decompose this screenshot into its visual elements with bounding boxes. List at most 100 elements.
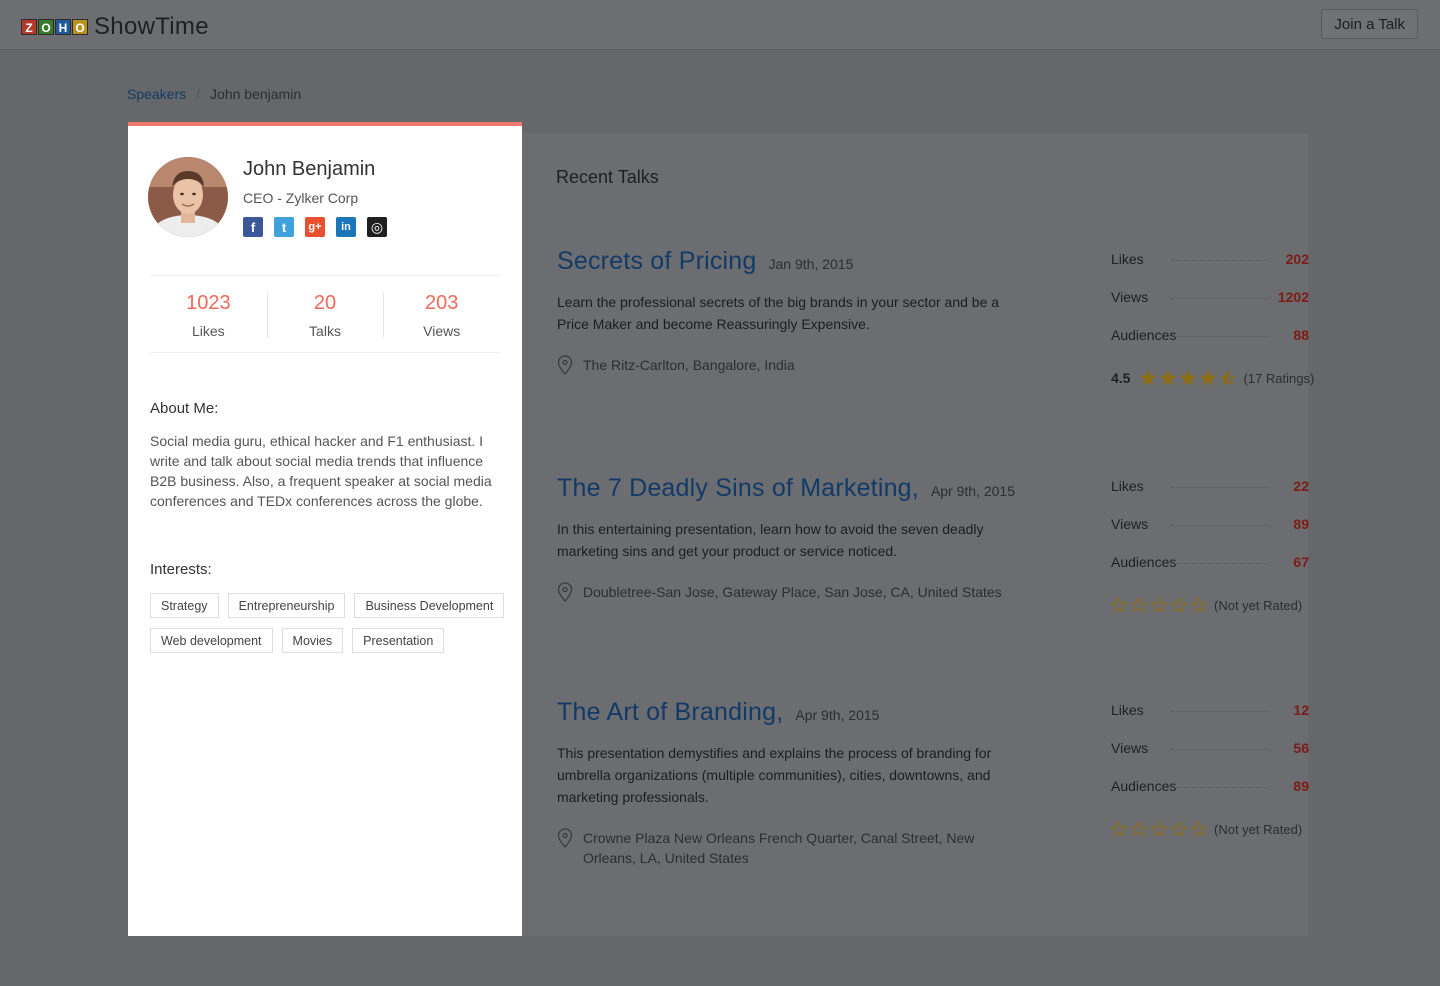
talk-description: Learn the professional secrets of the bi… <box>557 294 1000 332</box>
interest-tag[interactable]: Movies <box>281 628 344 653</box>
about-title: About Me: <box>150 400 219 417</box>
logo-letter: H <box>55 19 71 35</box>
likes-row: Likes 12 <box>1111 702 1309 740</box>
rating-stars[interactable] <box>1111 821 1207 837</box>
star-icon[interactable] <box>1131 597 1147 613</box>
logo-letter: O <box>72 19 88 35</box>
views-label: Views <box>1111 516 1149 532</box>
likes-count: 202 <box>1285 251 1309 267</box>
star-icon[interactable] <box>1131 821 1147 837</box>
talk-description: In this entertaining presentation, learn… <box>557 521 984 559</box>
star-icon[interactable] <box>1160 370 1177 386</box>
audiences-label: Audiences <box>1111 554 1177 570</box>
talk-title-link[interactable]: The 7 Deadly Sins of Marketing, <box>557 474 919 503</box>
stat-value: 1023 <box>186 292 231 314</box>
likes-row: Likes 22 <box>1111 478 1309 516</box>
views-count: 1202 <box>1277 289 1309 305</box>
views-row: Views 1202 <box>1111 289 1309 327</box>
talk-title-link[interactable]: The Art of Branding, <box>557 698 783 727</box>
app-name: ShowTime <box>94 13 209 40</box>
stat-value: 20 <box>313 292 337 314</box>
star-icon[interactable] <box>1220 370 1237 386</box>
talk-stats: Likes 202 Views 1202 Audiences 88 4.5 (17 R… <box>1111 251 1314 386</box>
audiences-label: Audiences <box>1111 778 1177 794</box>
likes-label: Likes <box>1111 478 1144 494</box>
talk-rating: (Not yet Rated) <box>1111 821 1302 837</box>
star-icon[interactable] <box>1191 597 1207 613</box>
star-icon[interactable] <box>1171 821 1187 837</box>
audiences-label: Audiences <box>1111 327 1177 343</box>
facebook-icon[interactable]: f <box>243 217 263 237</box>
likes-count: 12 <box>1293 702 1309 718</box>
recent-talks-panel: Recent Talks Secrets of Pricing Jan 9th,… <box>522 133 1314 936</box>
talk-location: Doubletree-San Jose, Gateway Place, San … <box>557 582 1002 602</box>
stat-label: Likes <box>191 323 225 339</box>
stat-label: Views <box>423 323 461 339</box>
speaker-role: CEO - Zylker Corp <box>243 190 359 206</box>
breadcrumb: Speakers / John benjamin <box>127 86 301 102</box>
rating-count: (17 Ratings) <box>1243 370 1315 386</box>
star-icon[interactable] <box>1171 597 1187 613</box>
likes-count: 22 <box>1293 478 1309 494</box>
talk-item: The 7 Deadly Sins of Marketing, Apr 9th,… <box>557 474 1309 613</box>
interest-tag[interactable]: Entrepreneurship <box>227 593 346 618</box>
interest-tags: Strategy Entrepreneurship Business Devel… <box>150 593 510 653</box>
showtime-logo[interactable]: Z O H O ShowTime <box>21 13 209 41</box>
avatar <box>148 157 228 237</box>
google-plus-icon[interactable]: g+ <box>305 217 325 237</box>
star-icon[interactable] <box>1151 597 1167 613</box>
location-pin-icon <box>557 582 573 602</box>
rating-count: (Not yet Rated) <box>1214 597 1303 613</box>
zoho-logo-icon: Z O H O <box>21 19 88 35</box>
star-icon[interactable] <box>1111 821 1127 837</box>
join-talk-button[interactable]: Join a Talk <box>1321 9 1418 39</box>
likes-label: Likes <box>1111 251 1144 267</box>
interest-tag[interactable]: Strategy <box>150 593 219 618</box>
talk-rating: 4.5 (17 Ratings) <box>1111 370 1314 386</box>
logo-letter: Z <box>21 19 37 35</box>
twitter-icon[interactable]: t <box>274 217 294 237</box>
website-icon[interactable]: ◎ <box>367 217 387 237</box>
talk-date: Jan 9th, 2015 <box>768 256 854 272</box>
interest-tag[interactable]: Web development <box>150 628 273 653</box>
interests-title: Interests: <box>150 561 212 578</box>
talk-location: The Ritz-Carlton, Bangalore, India <box>557 355 795 375</box>
views-row: Views 56 <box>1111 740 1309 778</box>
rating-count: (Not yet Rated) <box>1214 821 1303 837</box>
breadcrumb-speakers-link[interactable]: Speakers <box>127 86 186 102</box>
talk-stats: Likes 12 Views 56 Audiences 89 (Not yet Rat… <box>1111 702 1309 837</box>
talk-date: Apr 9th, 2015 <box>930 483 1015 499</box>
talk-location-text: Doubletree-San Jose, Gateway Place, San … <box>583 584 1002 600</box>
talk-stats: Likes 22 Views 89 Audiences 67 (Not yet Rat… <box>1111 478 1309 613</box>
star-icon[interactable] <box>1200 370 1217 386</box>
star-icon[interactable] <box>1180 370 1197 386</box>
about-text: Social media guru, ethical hacker and F1… <box>150 433 492 509</box>
breadcrumb-current: John benjamin <box>210 86 302 102</box>
rating-stars[interactable] <box>1111 597 1207 613</box>
rating-stars[interactable] <box>1140 370 1237 386</box>
avatar-image <box>148 157 228 237</box>
views-label: Views <box>1111 740 1149 756</box>
talk-title-link[interactable]: Secrets of Pricing <box>557 247 757 276</box>
talk-item: The Art of Branding, Apr 9th, 2015 This … <box>557 698 1309 866</box>
social-links: f t g+ in ◎ <box>243 217 387 237</box>
star-icon[interactable] <box>1140 370 1157 386</box>
stat-likes: 1023 Likes <box>150 276 267 352</box>
stat-value: 203 <box>424 292 459 314</box>
interest-tag[interactable]: Business Development <box>354 593 505 618</box>
talk-location: Crowne Plaza New Orleans French Quarter,… <box>557 828 1027 868</box>
speaker-stats: 1023 Likes 20 Talks 203 Views <box>150 275 500 353</box>
stat-label: Talks <box>309 323 341 339</box>
star-icon[interactable] <box>1111 597 1127 613</box>
audiences-row: Audiences 89 <box>1111 778 1309 816</box>
location-pin-icon <box>557 355 573 375</box>
likes-label: Likes <box>1111 702 1144 718</box>
talk-location-text: The Ritz-Carlton, Bangalore, India <box>583 357 795 373</box>
interest-tag[interactable]: Presentation <box>352 628 445 653</box>
star-icon[interactable] <box>1151 821 1167 837</box>
star-icon[interactable] <box>1191 821 1207 837</box>
linkedin-icon[interactable]: in <box>336 217 356 237</box>
talk-item: Secrets of Pricing Jan 9th, 2015 Learn t… <box>557 247 1314 386</box>
talk-rating: (Not yet Rated) <box>1111 597 1302 613</box>
stat-talks: 20 Talks <box>266 276 384 352</box>
